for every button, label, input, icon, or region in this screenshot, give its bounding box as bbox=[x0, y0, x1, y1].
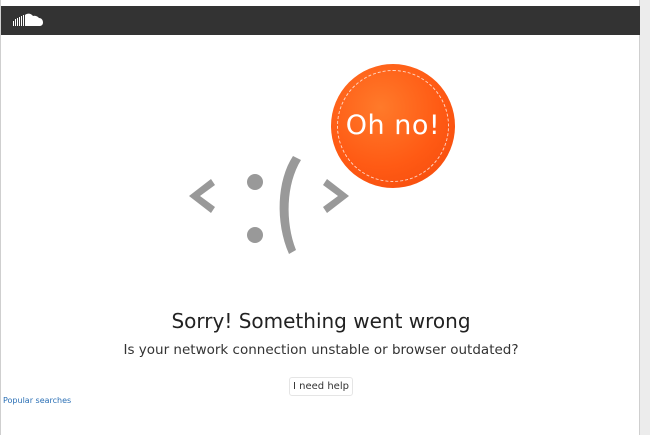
error-subtitle: Is your network connection unstable or b… bbox=[123, 342, 519, 358]
eye-lower-dot bbox=[247, 227, 263, 243]
site-header bbox=[1, 6, 640, 35]
oh-no-badge: Oh no! bbox=[331, 64, 455, 188]
badge-text: Oh no! bbox=[345, 110, 441, 141]
page-frame: Oh no! Sorry! Something went wrong Is yo… bbox=[0, 0, 640, 435]
need-help-button[interactable]: I need help bbox=[289, 377, 353, 396]
window-right-gutter bbox=[640, 0, 650, 435]
popular-searches-link[interactable]: Popular searches bbox=[3, 396, 71, 405]
soundcloud-logo-icon[interactable] bbox=[13, 12, 43, 28]
error-title: Sorry! Something went wrong bbox=[171, 309, 471, 333]
sad-mouth-paren bbox=[279, 156, 301, 254]
left-angle-bracket bbox=[189, 179, 215, 213]
eye-upper-dot bbox=[247, 174, 263, 190]
